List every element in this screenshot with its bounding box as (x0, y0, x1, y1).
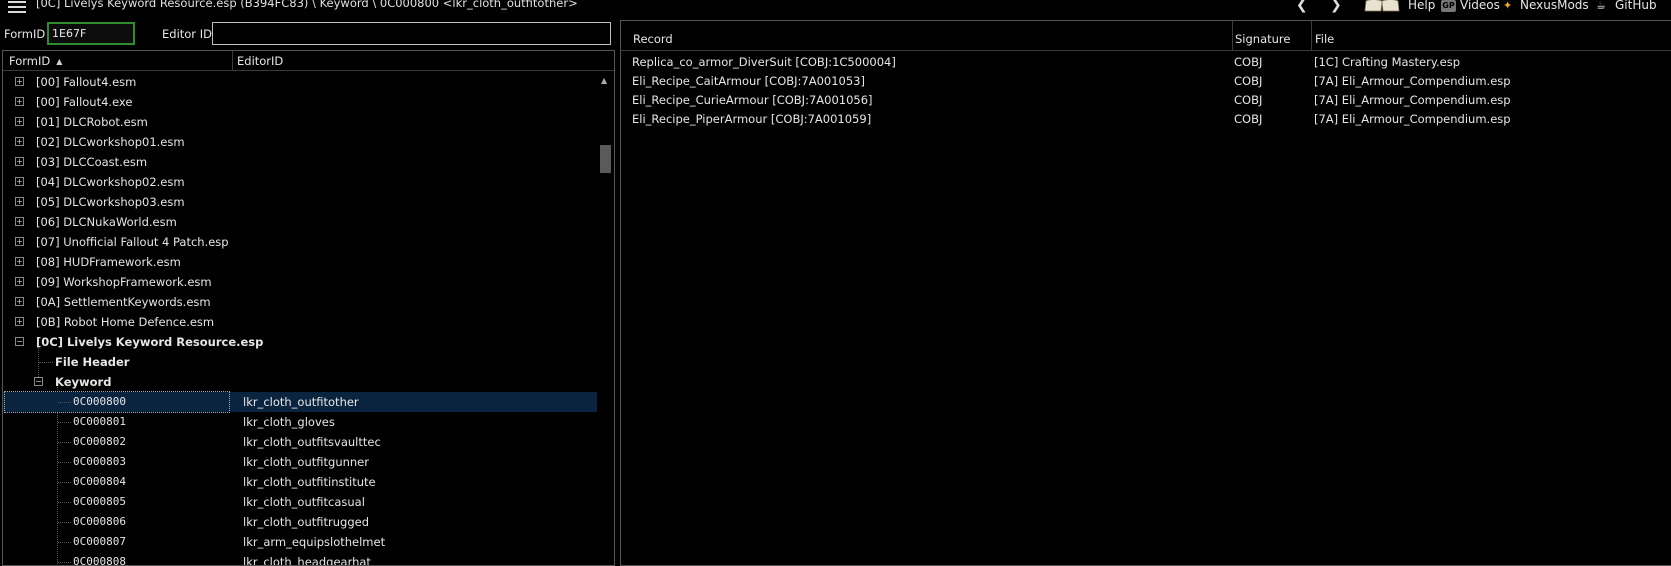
table-row[interactable]: Eli_Recipe_CurieArmour [COBJ:7A001056] C… (621, 91, 1671, 110)
expand-icon[interactable] (15, 297, 24, 306)
help-link[interactable]: Help (1408, 0, 1435, 12)
tree-scrollbar[interactable]: ▲ (597, 72, 614, 565)
tree-record-row[interactable]: 0C000801 lkr_cloth_gloves (3, 412, 597, 432)
collapse-icon[interactable] (34, 377, 43, 386)
table-row[interactable]: Eli_Recipe_PiperArmour [COBJ:7A001059] C… (621, 110, 1671, 129)
table-row[interactable]: Eli_Recipe_CaitArmour [COBJ:7A001053] CO… (621, 72, 1671, 91)
tree-plugin-item[interactable]: [05] DLCworkshop03.esm (3, 192, 597, 212)
expand-icon[interactable] (15, 197, 24, 206)
menu-icon[interactable] (8, 1, 26, 13)
tree-plugin-item[interactable]: [0A] SettlementKeywords.esm (3, 292, 597, 312)
tree-plugin-item[interactable]: [06] DLCNukaWorld.esm (3, 212, 597, 232)
expand-icon[interactable] (15, 97, 24, 106)
tree-record-row[interactable]: 0C000805 lkr_cloth_outfitcasual (3, 492, 597, 512)
col-formid-header[interactable]: FormID ▲ (9, 54, 62, 68)
tree-plugin-item[interactable]: [01] DLCRobot.esm (3, 112, 597, 132)
expand-icon[interactable] (15, 317, 24, 326)
book-icon[interactable] (1363, 0, 1401, 12)
tree-plugin-item[interactable]: [02] DLCworkshop01.esm (3, 132, 597, 152)
tree-plugin-item[interactable]: [03] DLCCoast.esm (3, 152, 597, 172)
tree-file-header[interactable]: File Header (3, 352, 597, 372)
expand-icon[interactable] (15, 277, 24, 286)
tree-header: FormID ▲ EditorID (3, 51, 614, 71)
nexus-icon[interactable]: ✦ (1503, 0, 1516, 12)
formid-label: FormID (4, 27, 46, 41)
formid-input[interactable] (47, 22, 135, 45)
tree-plugin-item[interactable]: [00] Fallout4.exe (3, 92, 597, 112)
window-title: [0C] Livelys Keyword Resource.esp (B394F… (36, 0, 578, 10)
scrollbar-thumb[interactable] (600, 145, 611, 173)
github-link[interactable]: GitHub (1615, 0, 1657, 12)
expand-icon[interactable] (15, 157, 24, 166)
nexusmods-link[interactable]: NexusMods (1520, 0, 1589, 12)
tree-view[interactable]: [00] Fallout4.esm [00] Fallout4.exe [01]… (3, 72, 597, 565)
navigation-tree-panel: FormID▲ EditorID [00] Fallout4.esm [00] … (2, 50, 615, 566)
collapse-icon[interactable] (15, 337, 24, 346)
expand-icon[interactable] (15, 117, 24, 126)
tree-plugin-item[interactable]: [09] WorkshopFramework.esm (3, 272, 597, 292)
expand-icon[interactable] (15, 137, 24, 146)
table-row[interactable]: Replica_co_armor_DiverSuit [COBJ:1C50000… (621, 53, 1671, 72)
tree-plugin-item[interactable]: [08] HUDFramework.esm (3, 252, 597, 272)
forward-icon[interactable]: ❯ (1330, 0, 1342, 13)
github-icon[interactable]: ☕ (1596, 0, 1608, 12)
expand-icon[interactable] (15, 217, 24, 226)
tree-plugin-item[interactable]: [0B] Robot Home Defence.esm (3, 312, 597, 332)
expand-icon[interactable] (15, 237, 24, 246)
gp-icon[interactable]: GP (1441, 0, 1456, 12)
tree-plugin-item[interactable]: [07] Unofficial Fallout 4 Patch.esp (3, 232, 597, 252)
editorid-input[interactable] (212, 22, 611, 45)
scroll-up-icon[interactable]: ▲ (601, 76, 607, 85)
tree-plugin-item[interactable]: [00] Fallout4.esm (3, 72, 597, 92)
tree-record-row[interactable]: 0C000806 lkr_cloth_outfitrugged (3, 512, 597, 532)
tree-record-row[interactable]: 0C000804 lkr_cloth_outfitinstitute (3, 472, 597, 492)
back-icon[interactable]: ❮ (1296, 0, 1308, 13)
col-editorid-header[interactable]: EditorID (237, 54, 283, 68)
sort-asc-icon: ▲ (56, 57, 63, 66)
expand-icon[interactable] (15, 257, 24, 266)
tree-record-row[interactable]: 0C000802 lkr_cloth_outfitsvaulttec (3, 432, 597, 452)
tree-group-keyword[interactable]: Keyword (3, 372, 597, 392)
col-signature-header[interactable]: Signature (1235, 32, 1290, 46)
expand-icon[interactable] (15, 177, 24, 186)
title-bar: [0C] Livelys Keyword Resource.esp (B394F… (0, 0, 1671, 16)
col-record-header[interactable]: Record (633, 32, 673, 46)
tree-record-row[interactable]: 0C000808 lkr_cloth_headgearhat (3, 552, 597, 565)
tree-record-row[interactable]: 0C000800 lkr_cloth_outfitother (3, 391, 597, 413)
refs-header: Record Signature File (621, 21, 1671, 51)
referenced-by-panel: Record Signature File Replica_co_armor_D… (620, 20, 1671, 566)
tree-record-row[interactable]: 0C000803 lkr_cloth_outfitgunner (3, 452, 597, 472)
editorid-label: Editor ID (162, 27, 212, 41)
expand-icon[interactable] (15, 77, 24, 86)
tree-plugin-item[interactable]: [04] DLCworkshop02.esm (3, 172, 597, 192)
videos-link[interactable]: Videos (1460, 0, 1500, 12)
tree-active-plugin[interactable]: [0C] Livelys Keyword Resource.esp (3, 332, 597, 352)
col-file-header[interactable]: File (1315, 32, 1334, 46)
tree-record-row[interactable]: 0C000807 lkr_arm_equipslothelmet (3, 532, 597, 552)
